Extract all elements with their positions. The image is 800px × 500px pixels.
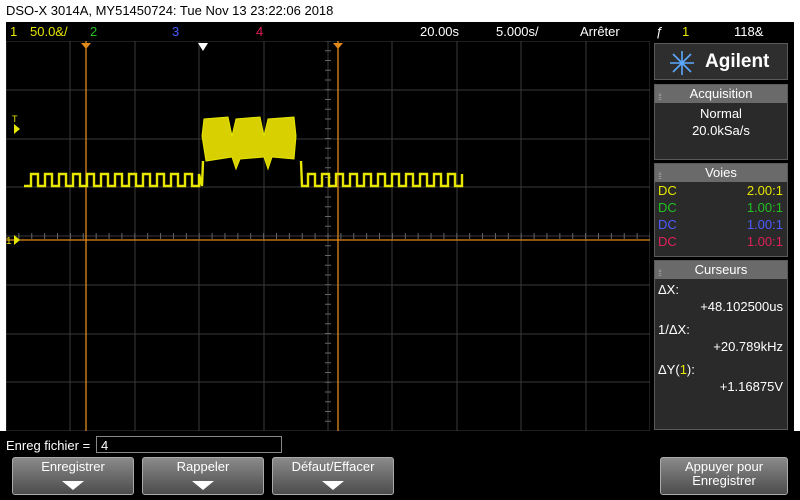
timebase-position[interactable]: 20.00s — [420, 22, 459, 41]
cursor-x1-marker — [81, 43, 91, 49]
channel-row-2[interactable]: DC 1.00:1 — [655, 199, 787, 216]
trigger-level[interactable]: 118& — [734, 22, 763, 41]
file-save-label: Enreg fichier = — [6, 438, 91, 453]
agilent-spark-icon — [670, 51, 694, 75]
channel-probe-ratio: 1.00:1 — [746, 217, 783, 232]
waveform-display[interactable]: T 1 — [5, 40, 651, 432]
arrow-down-icon — [62, 481, 84, 490]
save-softkey[interactable]: Enregistrer — [12, 457, 134, 495]
channel-1-number[interactable]: 1 — [10, 22, 17, 41]
channel-coupling: DC — [658, 200, 677, 215]
arrow-down-icon — [192, 481, 214, 490]
channel-row-4[interactable]: DC 1.00:1 — [655, 233, 787, 250]
waveform-graticule: T 1 — [5, 40, 651, 432]
acquisition-panel[interactable]: ⁞⁞ Acquisition Normal 20.0kSa/s — [654, 84, 788, 160]
timebase-scale[interactable]: 5.000s/ — [496, 22, 539, 41]
channel-1-trace — [24, 160, 464, 188]
channel-coupling: DC — [658, 234, 677, 249]
trigger-source[interactable]: 1 — [682, 22, 689, 41]
channel-coupling: DC — [658, 217, 677, 232]
trigger-level-label: T — [12, 114, 18, 124]
channel-2-number[interactable]: 2 — [90, 22, 97, 41]
cursor-x2-marker — [333, 43, 343, 49]
trigger-edge-icon: ƒ — [656, 24, 664, 39]
delta-y-value: +1.16875V — [719, 379, 783, 394]
press-to-save-softkey[interactable]: Appuyer pour Enregistrer — [660, 457, 788, 495]
ground-marker-label: 1 — [6, 236, 12, 247]
cursors-header: Curseurs — [694, 262, 748, 277]
channel-coupling: DC — [658, 183, 677, 198]
channels-panel[interactable]: ⁞⁞ Voies DC 2.00:1 DC 1.00:1 DC 1.00:1 DC 1.00:1 — [654, 163, 788, 257]
channel-4-number[interactable]: 4 — [256, 22, 263, 41]
channels-header: Voies — [705, 165, 737, 180]
brand-name: Agilent — [705, 51, 770, 72]
acquisition-mode: Normal — [700, 106, 742, 121]
default-erase-softkey[interactable]: Défaut/Effacer — [272, 457, 394, 495]
acquisition-header: Acquisition — [689, 86, 753, 101]
scope-top-bar: 1 50.0&/ 2 3 4 20.00s 5.000s/ Arrêter ƒ … — [6, 22, 794, 41]
delta-x-label: ΔX: — [658, 282, 679, 297]
brand-panel: Agilent — [654, 43, 788, 80]
inverse-delta-x-label: 1/ΔX: — [658, 322, 690, 337]
channel-row-1[interactable]: DC 2.00:1 — [655, 182, 787, 199]
cursors-panel[interactable]: ⁞⁞ Curseurs ΔX: +48.102500us 1/ΔX: +20.78… — [654, 260, 788, 430]
channel-probe-ratio: 2.00:1 — [746, 183, 783, 198]
side-panel: Agilent ⁞⁞ Acquisition Normal 20.0kSa/s ⁞… — [650, 41, 794, 431]
channel-1-burst — [201, 116, 297, 171]
channel-1-scale[interactable]: 50.0&/ — [30, 22, 68, 41]
channel-row-3[interactable]: DC 1.00:1 — [655, 216, 787, 233]
window-title: DSO-X 3014A, MY51450724: Tue Nov 13 23:2… — [0, 0, 800, 22]
channel-3-number[interactable]: 3 — [172, 22, 179, 41]
channel-probe-ratio: 1.00:1 — [746, 200, 783, 215]
recall-softkey[interactable]: Rappeler — [142, 457, 264, 495]
delta-x-value: +48.102500us — [700, 299, 783, 314]
run-state-label[interactable]: Arrêter — [580, 22, 620, 41]
sample-rate: 20.0kSa/s — [692, 123, 750, 138]
inverse-delta-x-value: +20.789kHz — [713, 339, 783, 354]
arrow-down-icon — [322, 481, 344, 490]
file-number-field[interactable]: 4 — [96, 436, 282, 453]
trigger-level-marker — [14, 124, 20, 134]
channel-probe-ratio: 1.00:1 — [746, 234, 783, 249]
softkey-bar: Enreg fichier = 4 Enregistrer Rappeler D… — [0, 431, 800, 500]
delta-y-label: ΔY(1): — [658, 362, 695, 377]
